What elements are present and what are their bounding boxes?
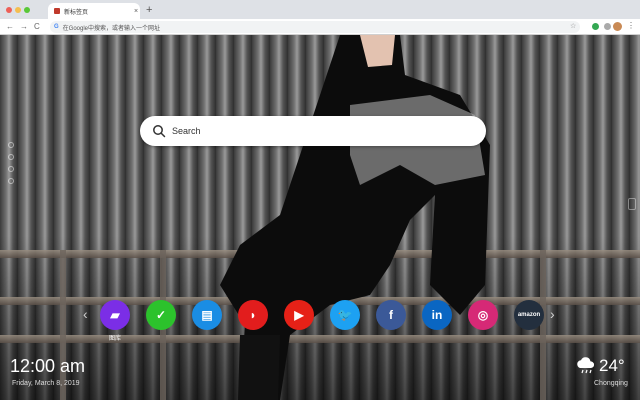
app-dock: ▰ 图库 ✓ ▤ ◗ ▶ 🐦 f in ◎ amazon xyxy=(100,300,544,342)
linkedin-icon: in xyxy=(431,308,443,322)
bookmark-star-icon[interactable]: ☆ xyxy=(570,22,576,30)
side-shortcut-icon[interactable] xyxy=(8,166,14,172)
side-shortcuts xyxy=(8,142,14,190)
app-twitter-button[interactable]: 🐦 xyxy=(330,300,360,330)
tab-new-tab[interactable]: 新标签页 × xyxy=(48,3,140,19)
check-icon: ✓ xyxy=(155,308,167,322)
facebook-icon: f xyxy=(389,308,393,322)
maximize-window-icon[interactable] xyxy=(24,7,30,13)
app-amazon-button[interactable]: amazon xyxy=(514,300,544,330)
search-icon xyxy=(153,125,166,138)
profile-avatar[interactable] xyxy=(613,22,622,31)
extension-green-icon[interactable] xyxy=(592,23,599,30)
extension-gray-icon[interactable] xyxy=(604,23,611,30)
model-photo xyxy=(220,35,490,400)
youtube-icon: ▶ xyxy=(294,308,304,322)
address-bar[interactable]: G 在Google中搜索，或者输入一个网址 xyxy=(50,21,580,33)
weather-temperature: 24° xyxy=(599,356,625,375)
game-icon: ◗ xyxy=(249,308,257,322)
amazon-icon: amazon xyxy=(517,312,541,318)
tab-close-icon[interactable]: × xyxy=(132,8,140,15)
tab-title: 新标签页 xyxy=(64,9,89,16)
reload-button[interactable]: C xyxy=(34,21,40,33)
address-placeholder: 在Google中搜索，或者输入一个网址 xyxy=(62,25,161,32)
cloud-rain-icon xyxy=(577,357,595,374)
dock-next-button[interactable]: › xyxy=(550,307,555,321)
close-window-icon[interactable] xyxy=(6,7,12,13)
back-button[interactable]: ← xyxy=(6,21,14,33)
google-icon: G xyxy=(54,24,59,30)
minimize-window-icon[interactable] xyxy=(15,7,21,13)
tab-favicon-icon xyxy=(54,8,60,14)
browser-toolbar: ← → C G 在Google中搜索，或者输入一个网址 ☆ xyxy=(0,19,640,35)
twitter-icon: 🐦 xyxy=(337,308,353,322)
app-gallery-button[interactable]: ▰ xyxy=(100,300,130,330)
new-tab-button[interactable]: + xyxy=(146,3,152,17)
side-panel-toggle[interactable] xyxy=(628,198,636,210)
side-shortcut-icon[interactable] xyxy=(8,154,14,160)
tab-strip: 新标签页 × + xyxy=(0,0,640,19)
app-instagram-button[interactable]: ◎ xyxy=(468,300,498,330)
clock-time: 12:00 am xyxy=(10,356,86,376)
search-input[interactable] xyxy=(172,126,472,136)
app-facebook-button[interactable]: f xyxy=(376,300,406,330)
app-linkedin-button[interactable]: in xyxy=(422,300,452,330)
fence-post xyxy=(540,250,546,400)
clock-date: Friday, March 8, 2019 xyxy=(12,380,80,387)
dock-prev-button[interactable]: ‹ xyxy=(83,307,88,321)
app-gallery-label: 图库 xyxy=(108,336,121,342)
fence-post xyxy=(60,250,66,400)
search-box[interactable] xyxy=(140,116,486,146)
gallery-icon: ▰ xyxy=(110,308,120,322)
browser-menu-icon[interactable]: ⋮ xyxy=(627,20,635,32)
app-game-button[interactable]: ◗ xyxy=(238,300,268,330)
app-youtube-button[interactable]: ▶ xyxy=(284,300,314,330)
side-shortcut-icon[interactable] xyxy=(8,142,14,148)
forward-button[interactable]: → xyxy=(20,21,28,33)
notes-icon: ▤ xyxy=(201,308,213,322)
side-shortcut-icon[interactable] xyxy=(8,178,14,184)
app-check-button[interactable]: ✓ xyxy=(146,300,176,330)
wallpaper-background xyxy=(0,35,640,400)
app-notes-button[interactable]: ▤ xyxy=(192,300,222,330)
weather-city: Chongqing xyxy=(594,380,628,387)
instagram-icon: ◎ xyxy=(477,308,489,322)
